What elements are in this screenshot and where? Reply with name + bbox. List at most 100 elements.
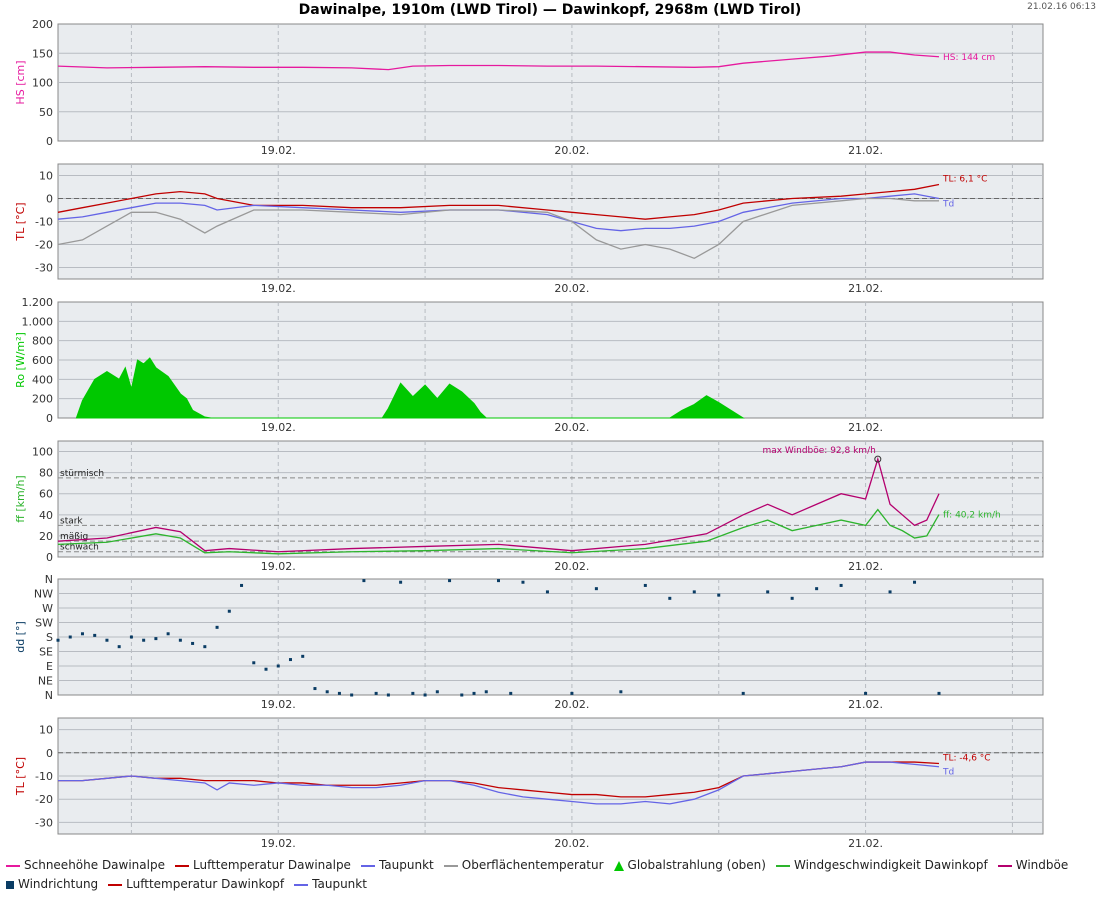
x-tick-label: 20.02. bbox=[554, 282, 589, 295]
data-point bbox=[337, 691, 341, 695]
data-point bbox=[301, 654, 305, 658]
data-point bbox=[472, 691, 476, 695]
y-tick-label: -20 bbox=[35, 793, 53, 806]
series-end-label: Td bbox=[942, 768, 954, 778]
legend-label: Taupunkt bbox=[312, 877, 367, 891]
legend-item: Schneehöhe Dawinalpe bbox=[6, 858, 165, 872]
data-point bbox=[68, 635, 72, 639]
data-point bbox=[484, 690, 488, 694]
legend-line-icon bbox=[108, 883, 123, 886]
x-tick-label: 19.02. bbox=[261, 837, 296, 850]
y-tick-label: 50 bbox=[39, 106, 53, 119]
y-tick-label: -30 bbox=[35, 816, 53, 829]
data-point bbox=[191, 641, 195, 645]
legend-line-icon bbox=[360, 864, 375, 867]
data-point bbox=[692, 590, 696, 594]
y-tick-label: 200 bbox=[32, 18, 53, 31]
y-tick-label: 80 bbox=[39, 467, 53, 480]
data-point bbox=[166, 632, 170, 636]
legend-line-icon bbox=[294, 883, 309, 886]
legend-item: Lufttemperatur Dawinkopf bbox=[108, 877, 284, 891]
legend-label: Taupunkt bbox=[378, 858, 434, 872]
legend-item: Taupunkt bbox=[294, 877, 367, 891]
data-point bbox=[56, 638, 60, 642]
data-point bbox=[423, 693, 427, 697]
y-tick-label: SE bbox=[39, 646, 53, 659]
legend-label: Oberflächentemperatur bbox=[461, 858, 604, 872]
y-tick-label: 0 bbox=[46, 193, 53, 206]
y-tick-label: N bbox=[45, 689, 53, 702]
data-point bbox=[154, 637, 158, 641]
y-axis-label: HS [cm] bbox=[14, 60, 27, 104]
x-tick-label: 19.02. bbox=[261, 144, 296, 157]
y-tick-label: 100 bbox=[32, 446, 53, 459]
data-point bbox=[766, 590, 770, 594]
threshold-label: stark bbox=[60, 516, 83, 526]
legend-label: Lufttemperatur Dawinalpe bbox=[192, 858, 351, 872]
y-tick-label: -30 bbox=[35, 262, 53, 275]
data-point bbox=[240, 583, 244, 587]
legend-item: Windböe bbox=[997, 858, 1069, 872]
data-point bbox=[741, 691, 745, 695]
x-tick-label: 20.02. bbox=[554, 698, 589, 711]
panel-frame bbox=[57, 440, 1044, 558]
panel-snow: 0 50 100 150 200 19.02. 20.02. 21.02. HS [cm] HS:… bbox=[14, 18, 1044, 157]
series-end-label: TL: 6,1 °C bbox=[942, 174, 987, 184]
y-tick-label: N bbox=[45, 573, 53, 586]
data-point bbox=[117, 645, 121, 649]
data-point bbox=[913, 580, 917, 584]
y-axis-label: Ro [W/m²] bbox=[14, 332, 27, 388]
data-point bbox=[362, 579, 366, 583]
data-point bbox=[619, 690, 623, 694]
data-point bbox=[105, 638, 109, 642]
legend-label: Windböe bbox=[1015, 858, 1069, 872]
y-tick-label: 10 bbox=[39, 170, 53, 183]
legend-line-icon bbox=[174, 864, 189, 867]
legend-item: Globalstrahlung (oben) bbox=[613, 858, 766, 872]
y-tick-label: S bbox=[46, 631, 53, 644]
data-point bbox=[594, 587, 598, 591]
y-tick-label: -10 bbox=[35, 770, 53, 783]
y-tick-label: 40 bbox=[39, 509, 53, 522]
x-tick-label: 20.02. bbox=[554, 560, 589, 573]
legend-item: Oberflächentemperatur bbox=[443, 858, 604, 872]
panel-temp2: -30 -20 -10 0 10 19.02. 20.02. 21.02. TL [°C] TL:… bbox=[14, 717, 1044, 850]
legend-item: Windgeschwindigkeit Dawinkopf bbox=[775, 858, 988, 872]
x-tick-label: 20.02. bbox=[554, 144, 589, 157]
data-point bbox=[288, 658, 292, 662]
legend-line-icon bbox=[443, 864, 458, 867]
y-tick-label: -20 bbox=[35, 239, 53, 252]
y-tick-label: SW bbox=[35, 617, 53, 630]
y-tick-label: 10 bbox=[39, 724, 53, 737]
data-point bbox=[142, 638, 146, 642]
y-tick-label: 600 bbox=[32, 354, 53, 367]
x-tick-label: 19.02. bbox=[261, 282, 296, 295]
chart-canvas: 05010015020019.02. 20.02. 21.02.HS [cm]HS:… bbox=[14, 18, 1044, 850]
data-point bbox=[864, 691, 868, 695]
panel-winddir: NNEESESSWWNWN19.02. 20.02. 21.02.dd [°] bbox=[14, 573, 1044, 711]
y-tick-label: 20 bbox=[39, 530, 53, 543]
y-tick-label: 150 bbox=[32, 47, 53, 60]
legend-label: Globalstrahlung (oben) bbox=[627, 858, 766, 872]
panel-wind: 0 20 40 60 80 100 19.02. 20.02. 21.02. ff [km/h] s… bbox=[14, 440, 1044, 573]
legend: Schneehöhe Dawinalpe Lufttemperatur Dawin… bbox=[6, 858, 1096, 896]
legend-square-icon bbox=[6, 880, 14, 889]
data-point bbox=[815, 587, 819, 591]
y-tick-label: 800 bbox=[32, 335, 53, 348]
data-point bbox=[313, 687, 317, 691]
y-tick-label: 1.200 bbox=[22, 296, 54, 309]
y-tick-label: 60 bbox=[39, 488, 53, 501]
data-point bbox=[545, 590, 549, 594]
y-axis-label: dd [°] bbox=[14, 621, 27, 653]
legend-item: Windrichtung bbox=[6, 877, 98, 891]
y-tick-label: 0 bbox=[46, 412, 53, 425]
data-point bbox=[264, 667, 268, 671]
data-point bbox=[276, 664, 280, 668]
y-tick-label: 0 bbox=[46, 135, 53, 148]
data-point bbox=[203, 645, 207, 649]
y-axis-label: TL [°C] bbox=[14, 757, 27, 796]
threshold-label: stürmisch bbox=[60, 469, 104, 479]
x-tick-label: 21.02. bbox=[848, 282, 883, 295]
data-point bbox=[509, 691, 513, 695]
x-tick-label: 20.02. bbox=[554, 421, 589, 434]
